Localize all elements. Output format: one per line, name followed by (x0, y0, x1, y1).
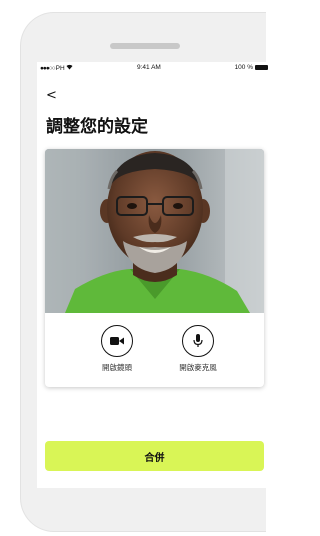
merge-button[interactable]: 合併 (45, 441, 264, 471)
camera-label: 開啟鏡頭 (102, 363, 132, 372)
camera-preview (45, 149, 264, 313)
video-preview-card: 開啟鏡頭 開啟麥克風 (45, 149, 264, 387)
video-camera-icon (110, 337, 124, 345)
wifi-icon (66, 64, 73, 72)
back-button[interactable]: < (46, 89, 57, 102)
status-battery: 100 % (235, 64, 268, 71)
camera-control: 開啟鏡頭 (82, 325, 152, 373)
status-bar: ●●●○○ PH 9:41 AM 100 % (37, 62, 268, 74)
status-time: 9:41 AM (137, 64, 161, 71)
battery-icon (255, 65, 268, 70)
phone-speaker (110, 43, 180, 49)
microphone-toggle-button[interactable] (182, 325, 214, 357)
camera-toggle-button[interactable] (101, 325, 133, 357)
signal-dots-icon: ●●●○○ (40, 64, 56, 72)
app-screen: ●●●○○ PH 9:41 AM 100 % < 調整您的設定 開啟鏡頭 開啟麥… (37, 62, 268, 488)
microphone-control: 開啟麥克風 (163, 325, 233, 373)
page-title: 調整您的設定 (46, 117, 148, 137)
battery-percent: 100 % (234, 64, 253, 71)
microphone-label: 開啟麥克風 (179, 363, 217, 372)
microphone-icon (193, 334, 203, 347)
status-carrier: ●●●○○ PH (40, 64, 73, 72)
carrier-name: PH (55, 64, 65, 72)
person-photo (45, 149, 264, 313)
